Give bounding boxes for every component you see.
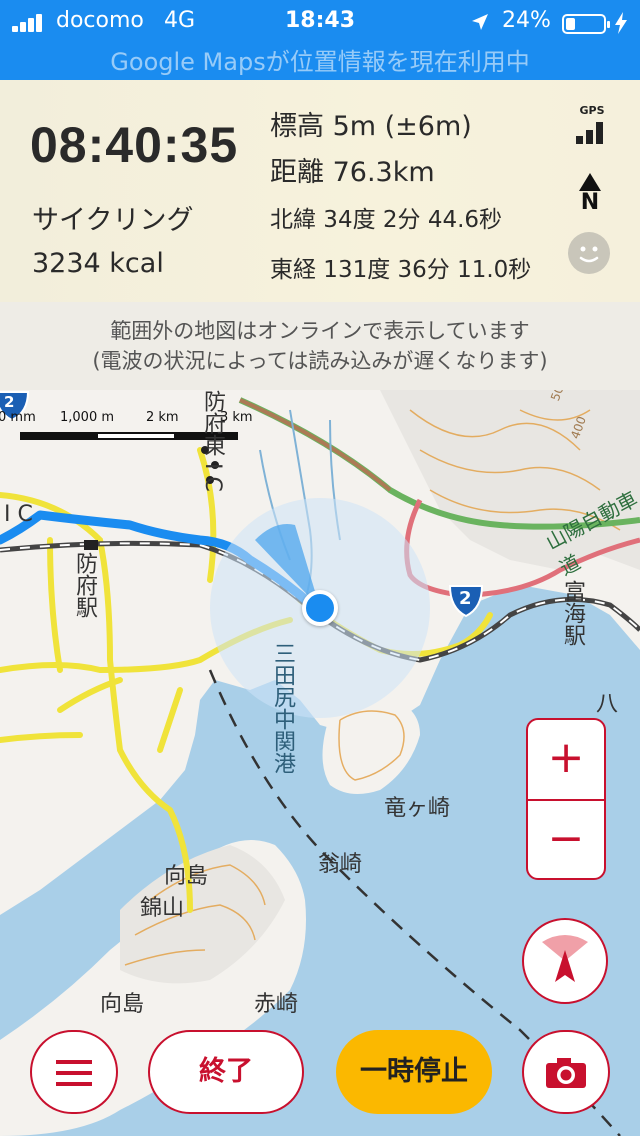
map-label: 防府駅: [72, 552, 97, 618]
location-usage-banner[interactable]: Google Mapsが位置情報を現在利用中: [0, 42, 640, 77]
north-indicator-icon[interactable]: N: [576, 172, 604, 216]
charging-bolt-icon: [615, 12, 627, 34]
calories-value: 3234 kcal: [32, 248, 164, 279]
zoom-out-button[interactable]: −: [528, 801, 604, 880]
map-label: 翁崎: [318, 852, 363, 877]
gps-signal-icon: GPS: [572, 104, 612, 144]
compass-icon: [542, 935, 588, 982]
activity-type: サイクリング: [32, 205, 194, 236]
location-arrow-icon: [472, 14, 488, 30]
map-label: 錦山: [140, 896, 185, 921]
map-label: 竜ヶ崎: [384, 796, 451, 821]
latitude-value: 北緯 34度 2分 44.6秒: [270, 207, 503, 233]
elapsed-time: 08:40:35: [30, 117, 239, 173]
zoom-in-button[interactable]: +: [528, 720, 604, 799]
compass-button[interactable]: [522, 918, 608, 1004]
map-label: I C: [4, 502, 33, 527]
map-label: 防府東 I C: [200, 390, 225, 492]
distance-value: 距離 76.3km: [270, 157, 435, 188]
end-button[interactable]: 終了: [148, 1030, 304, 1114]
map-label: 向島: [100, 992, 145, 1017]
menu-button[interactable]: [30, 1030, 118, 1114]
offline-map-notice: 範囲外の地図はオンラインで表示しています (電波の状況によっては読み込みが遅くな…: [0, 302, 640, 390]
map-label: 赤崎: [254, 992, 299, 1017]
camera-icon: [546, 1058, 586, 1088]
map-label: 向島: [164, 864, 209, 889]
map-label: 三田尻中関港: [270, 642, 295, 774]
pause-button[interactable]: 一時停止: [336, 1030, 492, 1114]
altitude-value: 標高 5m (±6m): [270, 111, 472, 142]
tracker-info-panel: 08:40:35 サイクリング 3234 kcal 標高 5m (±6m) 距離…: [0, 80, 640, 302]
battery-icon: [562, 14, 610, 34]
hamburger-menu-icon: [56, 1060, 92, 1086]
route-shield-number: 2: [4, 393, 15, 411]
longitude-value: 東経 131度 36分 11.0秒: [270, 257, 532, 283]
status-face-icon: [568, 232, 610, 274]
current-location-marker: [302, 590, 338, 626]
map-label: 八: [596, 692, 619, 717]
map-label: 富海駅: [560, 580, 585, 646]
route-shield-number: 2: [459, 588, 472, 609]
camera-button[interactable]: [522, 1030, 610, 1114]
status-bar: docomo 4G 18:43 24% Google Mapsが位置情報を現在利…: [0, 0, 640, 80]
battery-percent: 24%: [502, 8, 551, 33]
zoom-controls: + −: [526, 718, 606, 880]
